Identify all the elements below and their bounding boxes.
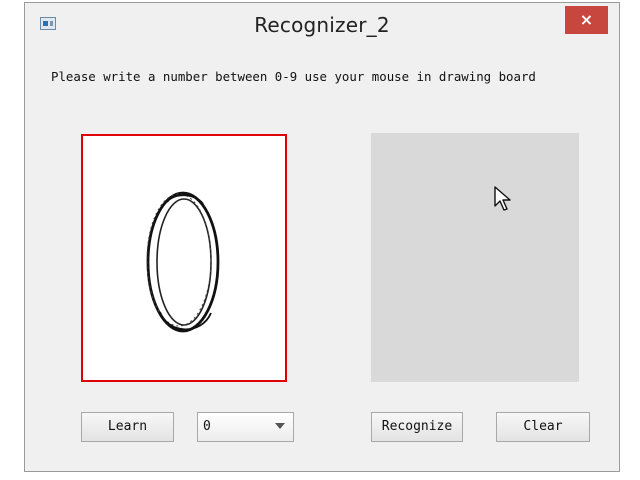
title-bar[interactable]: Recognizer_2 × <box>25 3 619 47</box>
learn-button[interactable]: Learn <box>81 412 174 442</box>
client-area: Please write a number between 0-9 use yo… <box>26 47 618 471</box>
recognizer-window: Recognizer_2 × Please write a number bet… <box>24 2 620 472</box>
recognize-button[interactable]: Recognize <box>371 412 463 442</box>
close-button[interactable]: × <box>565 6 608 34</box>
drawing-board[interactable] <box>81 134 287 382</box>
window-title: Recognizer_2 <box>254 13 390 37</box>
result-panel <box>371 133 579 382</box>
digit-select[interactable]: 0 <box>197 412 294 442</box>
instruction-label: Please write a number between 0-9 use yo… <box>51 69 536 84</box>
chevron-down-icon <box>275 423 285 429</box>
handwritten-digit-icon <box>146 191 220 333</box>
mouse-cursor-icon <box>494 186 511 211</box>
clear-button[interactable]: Clear <box>496 412 590 442</box>
digit-select-value: 0 <box>203 419 211 434</box>
